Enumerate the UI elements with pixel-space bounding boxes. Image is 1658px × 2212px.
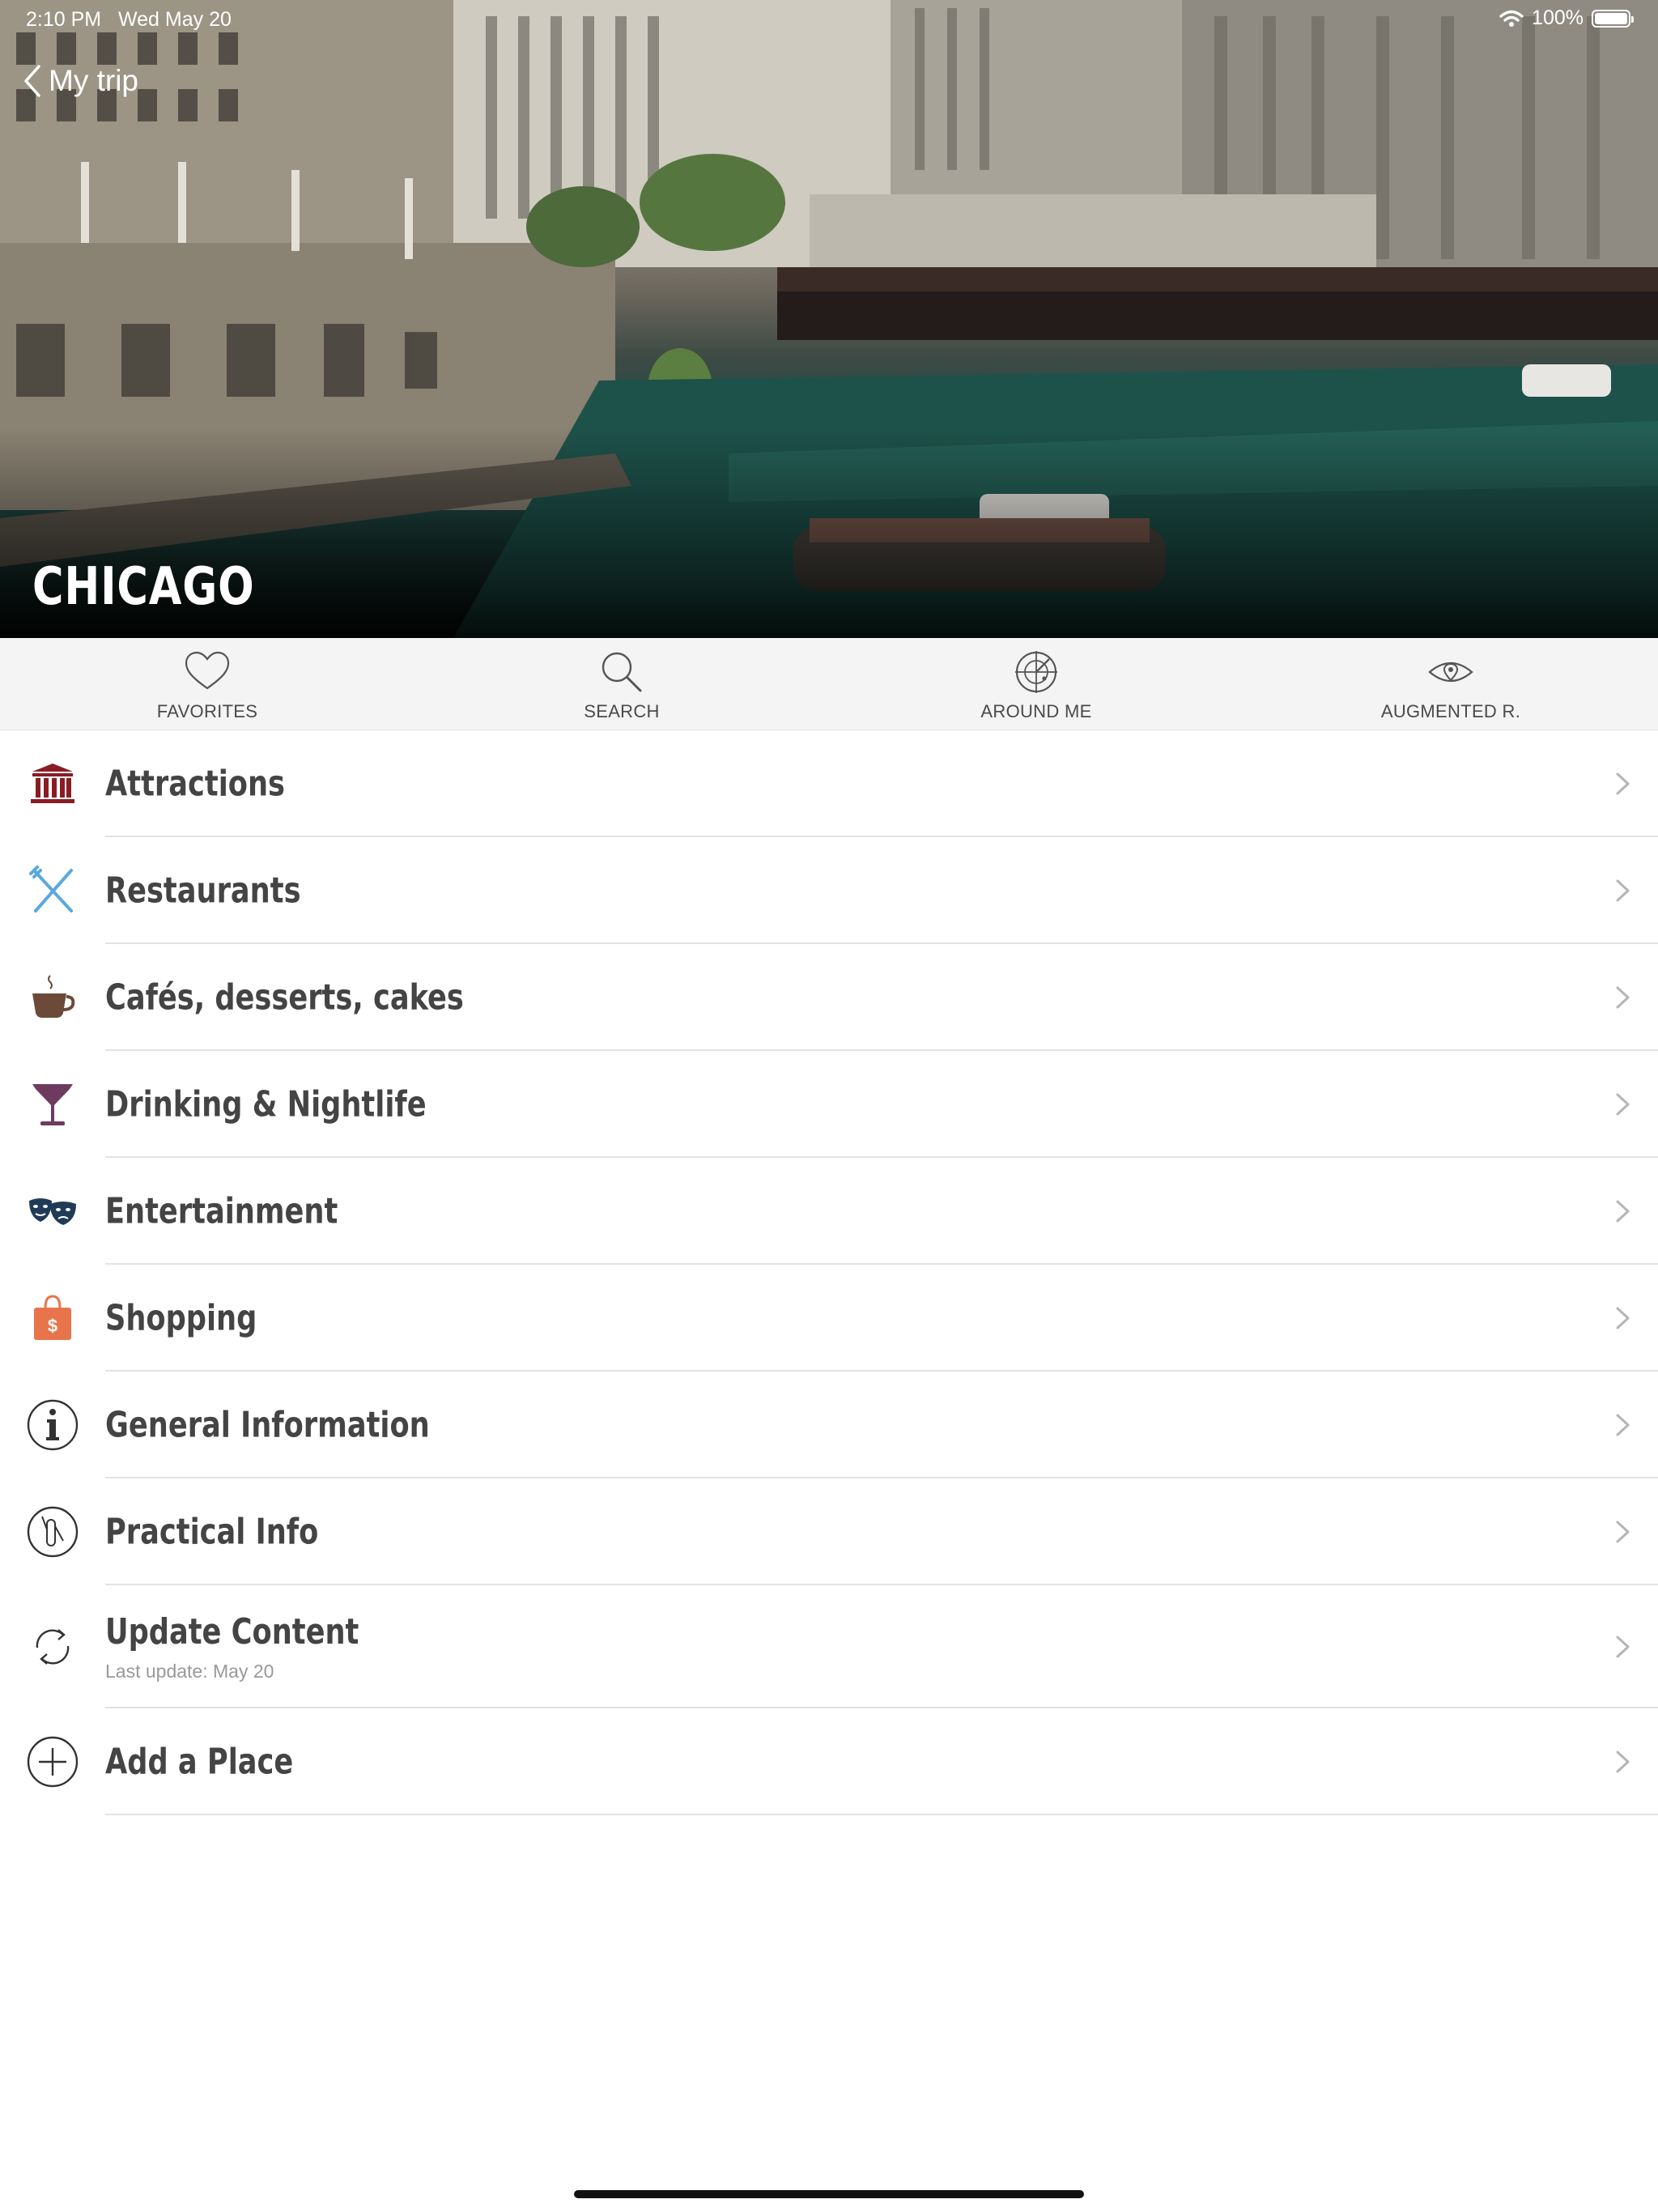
status-bar: 2:10 PM Wed May 20 100% xyxy=(0,0,1658,39)
menu-item-label: Practical Info xyxy=(105,1511,319,1553)
shopping-bag-icon: $ xyxy=(24,1290,81,1346)
chevron-right-icon xyxy=(1616,1750,1630,1773)
svg-text:$: $ xyxy=(48,1316,57,1336)
fork-knife-icon xyxy=(24,862,81,919)
menu-item-cafes[interactable]: Cafés, desserts, cakes xyxy=(0,944,1658,1051)
chevron-right-icon xyxy=(1616,1521,1630,1543)
menu-item-attractions[interactable]: Attractions xyxy=(0,730,1658,837)
favorites-button[interactable]: FAVORITES xyxy=(0,638,414,730)
theater-masks-icon xyxy=(24,1183,81,1240)
menu-item-practical-info[interactable]: Practical Info xyxy=(0,1478,1658,1585)
around-me-label: AROUND ME xyxy=(980,701,1092,721)
menu-item-shopping[interactable]: $ Shopping xyxy=(0,1265,1658,1372)
menu-item-update-content[interactable]: Update Content Last update: May 20 xyxy=(0,1585,1658,1708)
chevron-right-icon xyxy=(1616,772,1630,795)
menu-item-label: Shopping xyxy=(105,1297,257,1339)
status-time: 2:10 PM xyxy=(26,8,102,31)
battery-icon xyxy=(1592,9,1634,28)
augmented-reality-button[interactable]: AUGMENTED R. xyxy=(1244,638,1658,730)
hero-banner: 2:10 PM Wed May 20 100% My trip CHICAGO xyxy=(0,0,1658,638)
chevron-right-icon xyxy=(1616,1200,1630,1223)
battery-percent: 100% xyxy=(1532,6,1584,29)
back-button[interactable]: My trip xyxy=(23,60,138,102)
menu-item-restaurants[interactable]: Restaurants xyxy=(0,837,1658,944)
around-me-button[interactable]: AROUND ME xyxy=(829,638,1244,730)
menu-item-label: Drinking & Nightlife xyxy=(105,1083,427,1125)
back-label: My trip xyxy=(49,64,138,97)
menu-item-label: General Information xyxy=(105,1404,430,1446)
menu-item-add-place[interactable]: Add a Place xyxy=(0,1708,1658,1815)
refresh-icon xyxy=(24,1619,81,1675)
coffee-cup-icon xyxy=(24,969,81,1026)
chevron-right-icon xyxy=(1616,879,1630,902)
status-date: Wed May 20 xyxy=(118,8,232,31)
category-list: Attractions Restaurants Cafés, desserts,… xyxy=(0,730,1658,1815)
favorites-label: FAVORITES xyxy=(156,701,258,721)
menu-item-drinking-nightlife[interactable]: Drinking & Nightlife xyxy=(0,1051,1658,1158)
wifi-icon xyxy=(1499,10,1524,27)
cocktail-icon xyxy=(24,1076,81,1133)
info-icon xyxy=(24,1397,81,1453)
city-title: CHICAGO xyxy=(32,557,255,617)
chevron-right-icon xyxy=(1616,1414,1630,1436)
chevron-right-icon xyxy=(1616,1093,1630,1116)
menu-item-label: Update Content xyxy=(105,1611,359,1653)
menu-item-label: Cafés, desserts, cakes xyxy=(105,976,464,1019)
chevron-left-icon xyxy=(24,65,40,97)
menu-item-label: Restaurants xyxy=(105,870,301,912)
museum-icon xyxy=(24,755,81,812)
quick-actions-toolbar: FAVORITES SEARCH AROUND ME AUGMENTED R. xyxy=(0,638,1658,730)
menu-item-entertainment[interactable]: Entertainment xyxy=(0,1158,1658,1265)
home-indicator[interactable] xyxy=(574,2190,1084,2198)
status-right: 100% xyxy=(1499,6,1634,30)
heart-icon xyxy=(185,651,230,690)
search-label: SEARCH xyxy=(584,701,660,721)
menu-item-label: Add a Place xyxy=(105,1741,294,1783)
search-icon xyxy=(602,652,642,692)
menu-item-general-information[interactable]: General Information xyxy=(0,1372,1658,1478)
search-button[interactable]: SEARCH xyxy=(414,638,829,730)
pocket-knife-icon xyxy=(24,1504,81,1560)
add-circle-icon xyxy=(24,1733,81,1790)
chevron-right-icon xyxy=(1616,1307,1630,1329)
chevron-right-icon xyxy=(1616,1636,1630,1658)
menu-item-label: Entertainment xyxy=(105,1190,338,1232)
last-update-text: Last update: May 20 xyxy=(105,1661,274,1682)
battery-level xyxy=(1595,12,1627,24)
augmented-reality-label: AUGMENTED R. xyxy=(1380,701,1521,721)
chevron-right-icon xyxy=(1616,986,1630,1009)
eye-pin-icon xyxy=(1428,661,1473,683)
menu-item-label: Attractions xyxy=(105,763,285,805)
radar-icon xyxy=(1015,651,1057,693)
